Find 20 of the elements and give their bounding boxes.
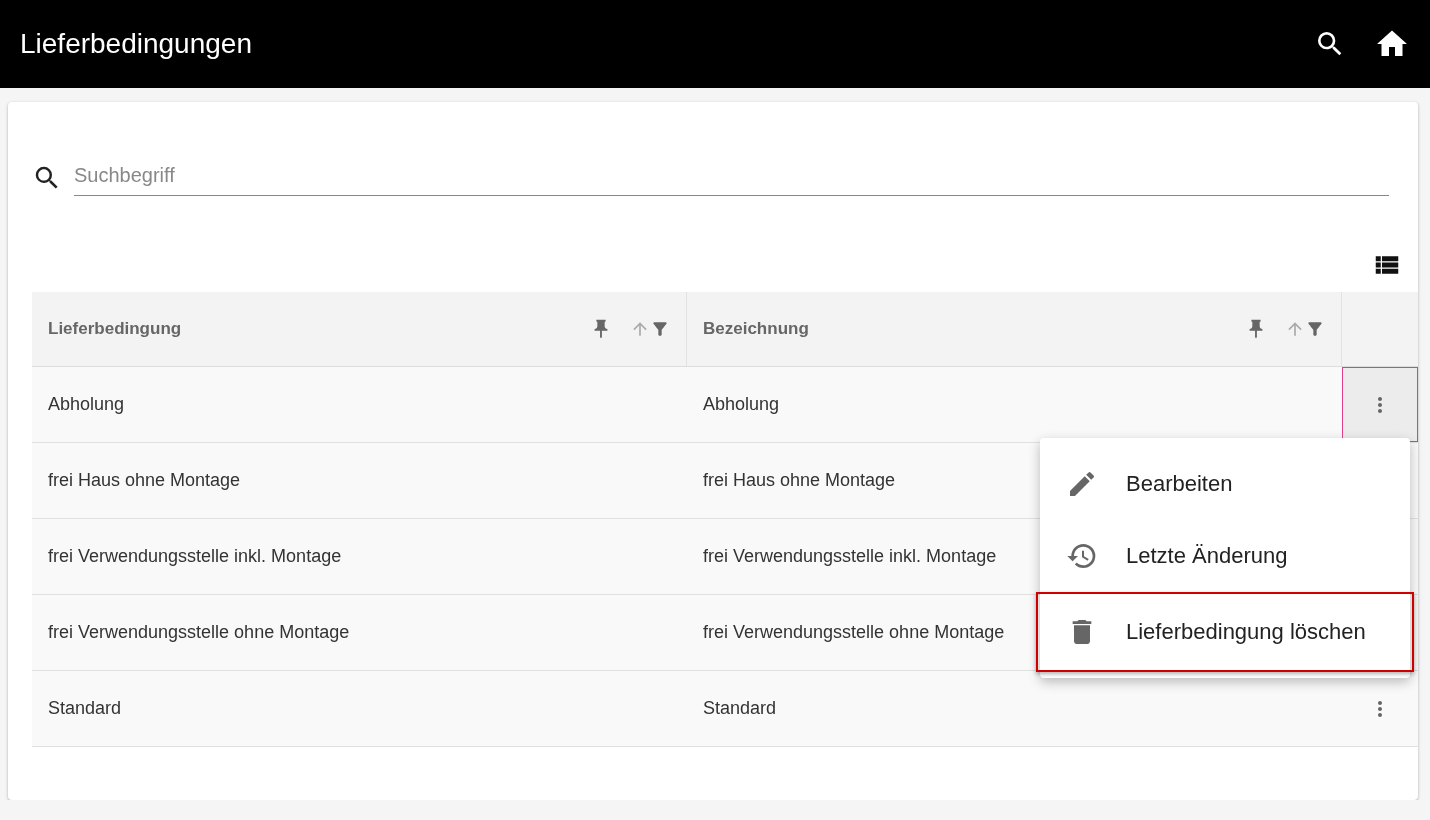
menu-item[interactable]: Bearbeiten bbox=[1040, 448, 1410, 520]
table-cell: frei Verwendungsstelle inkl. Montage bbox=[48, 546, 342, 567]
table-cell: frei Verwendungsstelle ohne Montage bbox=[48, 622, 350, 643]
table-cell: Abholung bbox=[703, 394, 780, 415]
app-title: Lieferbedingungen bbox=[20, 28, 253, 60]
table-cell: Abholung bbox=[48, 394, 125, 415]
more-button[interactable] bbox=[1342, 367, 1418, 442]
more-vertical-icon bbox=[1377, 396, 1383, 413]
table-row[interactable]: Abholung Abholung bbox=[32, 367, 1418, 443]
table-cell: frei Verwendungsstelle ohne Montage bbox=[703, 622, 1005, 643]
more-vertical-icon bbox=[1377, 700, 1383, 717]
table-cell: Standard bbox=[48, 698, 122, 719]
table-cell: Standard bbox=[703, 698, 777, 719]
column-header[interactable]: Lieferbedingung bbox=[48, 319, 590, 339]
table-cell: frei Verwendungsstelle inkl. Montage bbox=[703, 546, 997, 567]
table-cell: frei Haus ohne Montage bbox=[703, 470, 896, 491]
menu-item[interactable]: Lieferbedingung löschen bbox=[1036, 592, 1414, 672]
column-header[interactable]: Bezeichnung bbox=[703, 319, 1245, 339]
menu-item[interactable]: Letzte Änderung bbox=[1040, 520, 1410, 592]
table-cell: frei Haus ohne Montage bbox=[48, 470, 241, 491]
